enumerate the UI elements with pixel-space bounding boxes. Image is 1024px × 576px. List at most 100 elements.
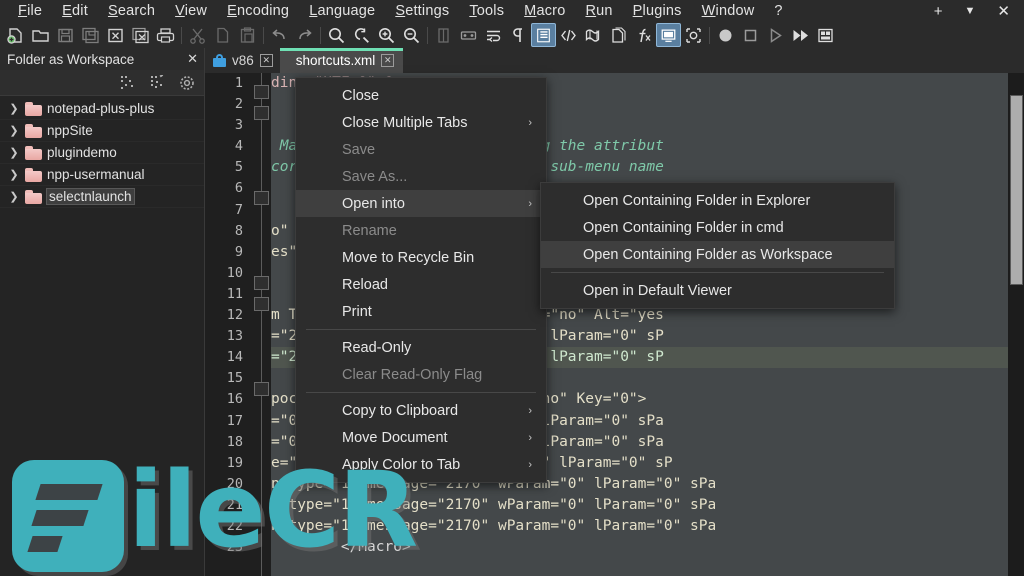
- new-file-icon[interactable]: [3, 23, 28, 47]
- context-menu-item-label: Clear Read-Only Flag: [342, 366, 483, 383]
- menu-settings[interactable]: Settings: [385, 2, 459, 21]
- undo-icon[interactable]: [267, 23, 292, 47]
- menu-edit[interactable]: Edit: [52, 2, 98, 21]
- context-menu-item[interactable]: Reload: [296, 271, 546, 298]
- tab-shortcuts-xml[interactable]: shortcuts.xml ✕: [279, 48, 404, 73]
- fold-marker[interactable]: [254, 191, 269, 205]
- menu-plugins[interactable]: Plugins: [623, 2, 692, 21]
- chevron-right-icon[interactable]: ❯: [8, 124, 20, 137]
- fold-marker[interactable]: [254, 106, 269, 120]
- cut-icon[interactable]: [185, 23, 210, 47]
- function-list-icon[interactable]: [631, 23, 656, 47]
- run-macro-multiple-icon[interactable]: [788, 23, 813, 47]
- editor-scrollbar-thumb[interactable]: [1010, 95, 1023, 285]
- expand-all-icon[interactable]: [148, 74, 166, 92]
- chevron-right-icon[interactable]: ❯: [8, 102, 20, 115]
- open-file-icon[interactable]: [28, 23, 53, 47]
- submenu-item[interactable]: Open Containing Folder as Workspace: [541, 241, 894, 268]
- tree-item[interactable]: ❯ selectnlaunch: [0, 186, 204, 208]
- document-map-icon[interactable]: [606, 23, 631, 47]
- tab-list-button[interactable]: ▼: [965, 5, 976, 17]
- line-number: 16: [226, 391, 243, 408]
- menu-[interactable]: ?: [764, 2, 792, 21]
- context-menu-item[interactable]: Close Multiple Tabs ›: [296, 109, 546, 136]
- menu-macro[interactable]: Macro: [514, 2, 575, 21]
- menu-window[interactable]: Window: [692, 2, 765, 21]
- tree-item[interactable]: ❯ notepad-plus-plus: [0, 98, 204, 120]
- tab-close-icon[interactable]: ✕: [259, 54, 273, 67]
- menu-file[interactable]: File: [8, 2, 52, 21]
- indent-guide-icon[interactable]: [531, 23, 556, 47]
- folder-as-workspace-icon[interactable]: [656, 23, 681, 47]
- folder-icon: [25, 101, 42, 116]
- tree-item[interactable]: ❯ nppSite: [0, 120, 204, 142]
- fold-margin[interactable]: [252, 73, 271, 576]
- editor-scrollbar[interactable]: [1008, 73, 1024, 576]
- close-file-icon[interactable]: [103, 23, 128, 47]
- menu-separator: [551, 272, 884, 273]
- workspace-settings-icon[interactable]: [178, 74, 196, 92]
- menu-search[interactable]: Search: [98, 2, 165, 21]
- tab-close-icon[interactable]: ✕: [381, 54, 395, 67]
- save-all-icon[interactable]: [78, 23, 103, 47]
- save-macro-icon[interactable]: [813, 23, 838, 47]
- sync-horizontal-scroll-icon[interactable]: [456, 23, 481, 47]
- show-all-characters-icon[interactable]: [506, 23, 531, 47]
- menu-language[interactable]: Language: [299, 2, 385, 21]
- redo-icon[interactable]: [292, 23, 317, 47]
- find-icon[interactable]: [324, 23, 349, 47]
- stop-recording-icon[interactable]: [738, 23, 763, 47]
- add-tab-button[interactable]: +: [934, 4, 943, 19]
- print-icon[interactable]: [153, 23, 178, 47]
- copy-icon[interactable]: [210, 23, 235, 47]
- context-menu-item-label: Move Document: [342, 429, 448, 446]
- menu-view[interactable]: View: [165, 2, 217, 21]
- record-macro-icon[interactable]: [713, 23, 738, 47]
- context-menu-item[interactable]: Apply Color to Tab ›: [296, 451, 546, 478]
- html-tag-icon[interactable]: [556, 23, 581, 47]
- fold-marker[interactable]: [254, 276, 269, 290]
- menu-encoding[interactable]: Encoding: [217, 2, 299, 21]
- context-menu-item[interactable]: Move Document ›: [296, 424, 546, 451]
- workspace-tree[interactable]: ❯ notepad-plus-plus ❯ nppSite ❯ plugindemo ❯ np…: [0, 96, 204, 208]
- collapse-all-icon[interactable]: [118, 74, 136, 92]
- fold-marker[interactable]: [254, 85, 269, 99]
- context-menu-item[interactable]: Close: [296, 82, 546, 109]
- tab-context-menu[interactable]: Close Close Multiple Tabs › Save Save As... O…: [295, 77, 547, 483]
- chevron-right-icon: ›: [528, 404, 532, 417]
- zoom-in-icon[interactable]: [374, 23, 399, 47]
- save-icon[interactable]: [53, 23, 78, 47]
- submenu-item[interactable]: Open Containing Folder in cmd: [541, 214, 894, 241]
- zoom-out-icon[interactable]: [399, 23, 424, 47]
- chevron-right-icon[interactable]: ❯: [8, 168, 20, 181]
- menu-run[interactable]: Run: [575, 2, 622, 21]
- close-icon[interactable]: ✕: [187, 51, 198, 67]
- tree-item[interactable]: ❯ plugindemo: [0, 142, 204, 164]
- workspace-toolbar: [0, 70, 204, 96]
- user-defined-language-icon[interactable]: [581, 23, 606, 47]
- context-menu-item-label: Reload: [342, 276, 388, 293]
- chevron-right-icon[interactable]: ❯: [8, 146, 20, 159]
- fold-marker[interactable]: [254, 297, 269, 311]
- context-menu-item[interactable]: Read-Only: [296, 334, 546, 361]
- paste-icon[interactable]: [235, 23, 260, 47]
- open-into-submenu[interactable]: Open Containing Folder in Explorer Open C…: [540, 182, 895, 309]
- submenu-item[interactable]: Open Containing Folder in Explorer: [541, 187, 894, 214]
- word-wrap-icon[interactable]: [481, 23, 506, 47]
- context-menu-item[interactable]: Open into ›: [296, 190, 546, 217]
- replace-icon[interactable]: [349, 23, 374, 47]
- play-macro-icon[interactable]: [763, 23, 788, 47]
- menu-tools[interactable]: Tools: [459, 2, 514, 21]
- context-menu-item[interactable]: Move to Recycle Bin: [296, 244, 546, 271]
- submenu-item[interactable]: Open in Default Viewer: [541, 277, 894, 304]
- chevron-right-icon[interactable]: ❯: [8, 190, 20, 203]
- sync-vertical-scroll-icon[interactable]: [431, 23, 456, 47]
- close-all-files-icon[interactable]: [128, 23, 153, 47]
- context-menu-item[interactable]: Print: [296, 298, 546, 325]
- tab-v86[interactable]: v86 ✕: [205, 48, 280, 73]
- monitoring-icon[interactable]: [681, 23, 706, 47]
- fold-marker[interactable]: [254, 382, 269, 396]
- context-menu-item[interactable]: Copy to Clipboard ›: [296, 397, 546, 424]
- close-window-button[interactable]: ✕: [997, 4, 1010, 19]
- tree-item[interactable]: ❯ npp-usermanual: [0, 164, 204, 186]
